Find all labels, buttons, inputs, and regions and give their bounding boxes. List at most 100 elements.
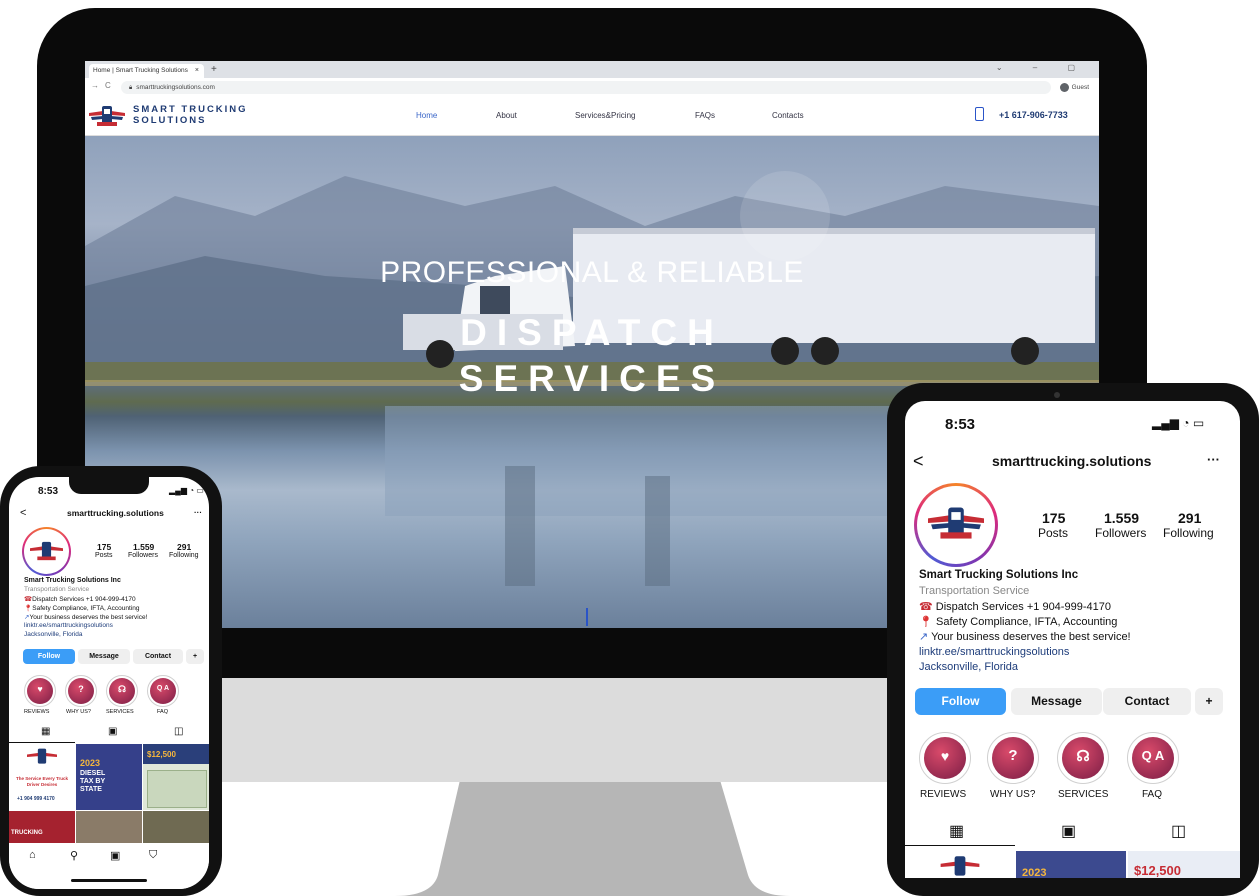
following-label: Following <box>169 552 199 559</box>
message-button[interactable]: Message <box>78 649 130 664</box>
phone-screen: 8:53 ▂▄▆ ◔ ▭ < smarttrucking.solutions ·… <box>9 477 209 889</box>
following-count[interactable]: 291 <box>1178 510 1201 526</box>
nav-contacts[interactable]: Contacts <box>772 111 804 120</box>
highlight-services[interactable]: ☊ <box>1057 732 1109 784</box>
lightbulb-icon: ? <box>1008 747 1018 764</box>
tagged-tab-icon[interactable]: ◫ <box>1171 821 1186 841</box>
logo-icon <box>27 748 57 764</box>
following-count[interactable]: 291 <box>177 542 191 552</box>
reload-icon[interactable]: C <box>105 81 111 90</box>
follow-button[interactable]: Follow <box>23 649 75 664</box>
highlight-label-reviews: REVIEWS <box>920 789 967 800</box>
more-options-icon[interactable]: ··· <box>1207 452 1220 467</box>
bio-link[interactable]: linktr.ee/smarttruckingsolutions <box>919 646 1069 658</box>
post-title: DIESEL TAX BY STATE <box>80 770 106 793</box>
contact-button[interactable]: Contact <box>133 649 183 664</box>
highlight-why-us[interactable]: ? <box>65 675 97 707</box>
contact-button[interactable]: Contact <box>1103 688 1191 715</box>
camera-icon <box>1054 392 1060 398</box>
phone-number-link[interactable]: +1 617-906-7733 <box>999 110 1068 120</box>
phone-icon: ☎ <box>919 601 933 613</box>
phone-icon: ☎ <box>24 596 33 603</box>
forward-arrow-icon[interactable]: → <box>91 81 99 90</box>
post-thumbnail[interactable] <box>143 811 209 843</box>
highlight-reviews[interactable]: ♥ <box>919 732 971 784</box>
follow-button[interactable]: Follow <box>915 688 1006 715</box>
highlight-faq[interactable]: Q A <box>147 675 179 707</box>
highlight-faq[interactable]: Q A <box>1127 732 1179 784</box>
profile-label: Guest <box>1071 84 1089 91</box>
post-thumbnail[interactable] <box>905 851 1014 878</box>
posts-label: Posts <box>95 552 113 559</box>
bio-line-2: 📍︎ Safety Compliance, IFTA, Accounting <box>919 616 1118 628</box>
logo-icon <box>89 106 125 126</box>
profile-avatar[interactable] <box>914 483 998 567</box>
profile-name: Smart Trucking Solutions Inc <box>24 577 121 584</box>
profile-category: Transportation Service <box>919 585 1030 597</box>
reels-tab-icon[interactable]: ▣ <box>108 726 117 737</box>
hero-subtitle: PROFESSIONAL & RELIABLE <box>380 256 804 289</box>
reels-tab-icon[interactable]: ▣ <box>1061 821 1076 841</box>
bio-location[interactable]: Jacksonville, Florida <box>24 631 83 638</box>
followers-count[interactable]: 1.559 <box>133 542 154 552</box>
close-icon[interactable]: × <box>195 64 199 78</box>
add-person-button[interactable]: + <box>1195 688 1223 715</box>
profile-avatar[interactable] <box>22 527 71 576</box>
posts-count[interactable]: 175 <box>97 542 111 552</box>
search-icon[interactable]: ⚲ <box>70 849 78 862</box>
nav-faqs[interactable]: FAQs <box>695 111 715 120</box>
post-thumbnail[interactable]: 2023 <box>1016 851 1126 878</box>
profile-button[interactable]: Guest <box>1059 81 1089 94</box>
back-arrow-icon[interactable]: < <box>913 451 924 472</box>
more-options-icon[interactable]: ··· <box>194 508 202 517</box>
grid-tab-icon[interactable]: ▦ <box>41 726 50 737</box>
bio-location[interactable]: Jacksonville, Florida <box>919 661 1018 673</box>
nav-about[interactable]: About <box>496 111 517 120</box>
post-thumbnail[interactable]: $12,500 <box>1128 851 1240 878</box>
post-thumbnail[interactable] <box>76 811 142 843</box>
highlight-why-us[interactable]: ? <box>987 732 1039 784</box>
post-thumbnail[interactable]: 2023 DIESEL TAX BY STATE <box>76 744 142 810</box>
site-header: SMART TRUCKING SOLUTIONS Home About Serv… <box>85 97 1099 136</box>
nav-services-pricing[interactable]: Services&Pricing <box>575 111 635 120</box>
highlight-services[interactable]: ☊ <box>106 675 138 707</box>
following-label: Following <box>1163 526 1214 540</box>
home-icon[interactable]: ⌂ <box>29 849 36 861</box>
browser-tab[interactable]: Home | Smart Trucking Solutions × <box>89 64 204 78</box>
highlight-label-reviews: REVIEWS <box>24 709 50 715</box>
active-tab-indicator <box>905 845 1015 846</box>
window-controls[interactable]: ⌄ – ▢ <box>996 63 1089 72</box>
post-caption: The Service Every Truck Driver Desires <box>15 776 69 787</box>
message-button[interactable]: Message <box>1011 688 1102 715</box>
bottom-nav-bar: ⌂ ⚲ ▣ ⛉ <box>9 843 209 889</box>
reels-icon[interactable]: ▣ <box>110 849 120 862</box>
post-amount: $12,500 <box>1134 863 1181 878</box>
tagged-tab-icon[interactable]: ◫ <box>174 726 183 737</box>
url-field[interactable]: 🔒︎ smarttruckingsolutions.com <box>121 81 1051 94</box>
shop-icon[interactable]: ⛉ <box>149 849 157 862</box>
logo-text[interactable]: SMART TRUCKING SOLUTIONS <box>133 104 248 126</box>
new-tab-icon[interactable]: + <box>211 64 217 75</box>
logo-line-2: SOLUTIONS <box>133 115 207 126</box>
add-person-button[interactable]: + <box>186 649 204 664</box>
profile-username: smarttrucking.solutions <box>67 508 164 518</box>
back-arrow-icon[interactable]: < <box>20 507 26 519</box>
post-thumbnail[interactable]: $12,500 <box>143 744 209 810</box>
headset-icon: ☊ <box>118 684 126 694</box>
highlight-label-why-us: WHY US? <box>990 789 1036 800</box>
highlight-label-faq: FAQ <box>157 709 169 715</box>
hero-title-line-1: DISPATCH <box>460 312 724 353</box>
post-thumbnail[interactable]: TRUCKING <box>9 811 75 843</box>
grid-tab-icon[interactable]: ▦ <box>949 821 964 841</box>
nav-home[interactable]: Home <box>416 111 437 120</box>
followers-count[interactable]: 1.559 <box>1104 510 1139 526</box>
posts-count[interactable]: 175 <box>1042 510 1065 526</box>
post-thumbnail[interactable]: The Service Every Truck Driver Desires +… <box>9 744 75 810</box>
review-icon: ♥ <box>37 684 43 694</box>
highlight-reviews[interactable]: ♥ <box>24 675 56 707</box>
bio-line-1: ☎ Dispatch Services +1 904-999-4170 <box>919 601 1111 613</box>
scroll-indicator[interactable] <box>586 608 588 626</box>
bio-link[interactable]: linktr.ee/smarttruckingsolutions <box>24 622 113 629</box>
logo-icon <box>928 507 984 539</box>
logo-icon <box>940 856 980 876</box>
